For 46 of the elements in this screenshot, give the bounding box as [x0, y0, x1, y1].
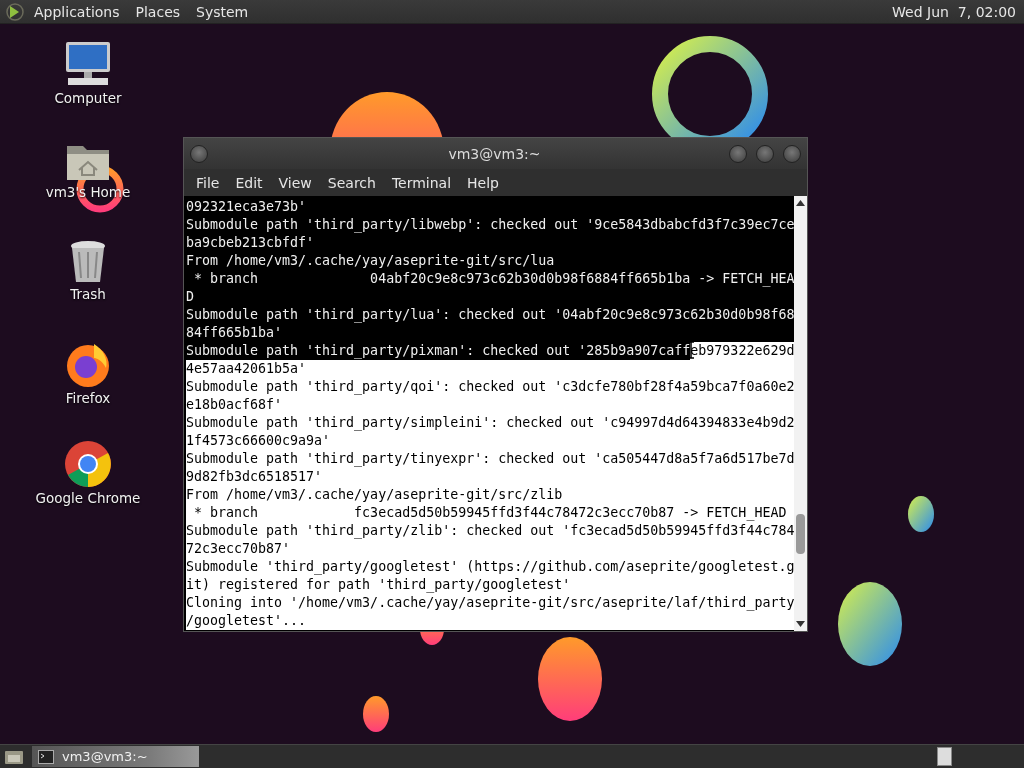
menu-item[interactable]: Help [459, 172, 507, 193]
selected-output-text: Submodule path 'third_party/tinyexpr': checked out 'ca505447d8a5f7a6d517be7d [186, 450, 795, 468]
selected-output-text: Submodule 'third_party/googletest' (https://github.com/aseprite/googletest.g [186, 558, 795, 576]
clock[interactable]: Wed Jun 7, 02:00 [892, 3, 1016, 20]
menu-item[interactable]: Search [319, 172, 384, 193]
desktop-icon-label[interactable]: Firefox [65, 390, 111, 406]
selected-output-text: Cloning into '/home/vm3/.cache/yay/aseprite-git/src/aseprite/laf/third_party [186, 594, 795, 612]
close-button[interactable] [783, 144, 801, 163]
minimize-button[interactable] [729, 144, 747, 163]
maximize-button[interactable] [756, 144, 774, 163]
output-text: ba9cbeb213cbfdf' [186, 234, 315, 252]
scrollbar-thumb[interactable] [796, 514, 806, 554]
play-logo-icon[interactable] [6, 2, 24, 21]
output-text: Submodule path 'third_party/pixman': checked out '285b9a907caff [186, 342, 691, 360]
show-desktop-icon[interactable] [4, 748, 24, 765]
menu-item[interactable]: View [270, 172, 320, 193]
circle-browser-icon [64, 440, 112, 488]
menu-item[interactable]: File [188, 172, 228, 193]
output-text: D [186, 288, 194, 306]
taskbar-window-button[interactable]: vm3@vm3:~ [32, 746, 199, 767]
output-text: Submodule path 'third_party/lua': checked out '04abf20c9e8c973c62b30d0b98f68 [186, 306, 795, 324]
panel-menu[interactable]: Applications [28, 3, 126, 20]
selected-output-text: Submodule path 'third_party/simpleini': checked out 'c94997d4d64394833e4b9d2 [186, 414, 795, 432]
terminal-icon [38, 749, 54, 764]
output-text: Submodule path 'third_party/libwebp': checked out '9ce5843dbabcfd3f7c39ec7ce [186, 216, 795, 234]
scroll-down-icon[interactable] [796, 620, 806, 628]
output-text: 092321eca3e73b' [186, 198, 307, 216]
output-text: * branch 04abf20c9e8c973c62b30d0b98f6884ff665b1ba -> FETCH_HEA [193, 270, 795, 288]
scrollbar[interactable] [794, 196, 808, 631]
selected-output-text: Submodule path 'third_party/zlib': checked out 'fc3ecad5d50b59945ffd3f44c784 [186, 522, 795, 540]
panel-menu[interactable]: System [190, 3, 255, 20]
window-menu-button[interactable] [190, 144, 208, 163]
trash-icon [69, 240, 107, 284]
menu-item[interactable]: Terminal [383, 172, 460, 193]
workspace-switcher[interactable] [937, 747, 952, 766]
panel-menu[interactable]: Places [129, 3, 187, 20]
selected-output-text: Submodule path 'third_party/qoi': checked out 'c3dcfe780bf28f4a59bca7f0a60e2 [186, 378, 795, 396]
desktop-icon-label[interactable]: Computer [54, 90, 122, 106]
window-title: vm3@vm3:~ [447, 145, 542, 162]
computer-icon [63, 40, 113, 88]
output-text: From /home/vm3/.cache/yay/aseprite-git/src/lua [186, 252, 555, 270]
menu-item[interactable]: Edit [227, 172, 271, 193]
desktop-icon-label[interactable]: Google Chrome [35, 490, 141, 506]
scroll-up-icon[interactable] [796, 199, 806, 207]
desktop-icon-label[interactable]: Trash [70, 286, 106, 302]
output-text: 84ff665b1ba' [186, 324, 283, 342]
